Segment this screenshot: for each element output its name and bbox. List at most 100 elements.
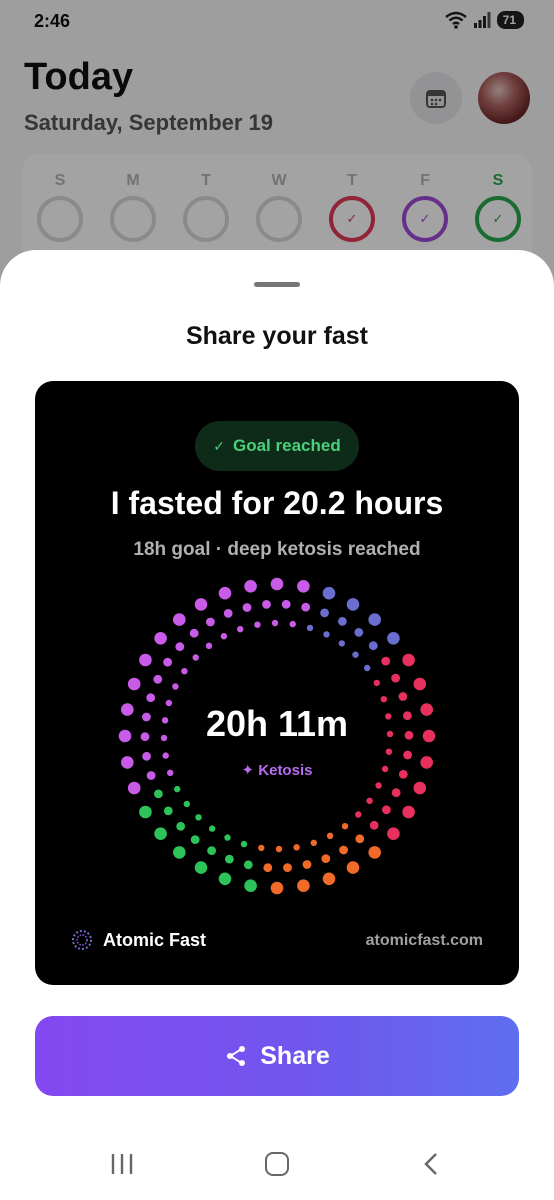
ring-dot bbox=[224, 834, 231, 841]
share-button-label: Share bbox=[260, 1041, 330, 1070]
ring-dot bbox=[323, 631, 330, 638]
ring-dot bbox=[403, 750, 412, 760]
ring-dot bbox=[127, 677, 141, 691]
ring-dot bbox=[127, 781, 141, 795]
brand-url: atomicfast.com bbox=[365, 932, 483, 949]
elapsed-time: 20h 11m bbox=[205, 703, 349, 744]
ring-dot bbox=[301, 602, 311, 612]
ring-dot bbox=[373, 679, 380, 687]
ring-dot bbox=[321, 854, 331, 863]
ring-dot bbox=[297, 879, 310, 892]
ring-dot bbox=[192, 654, 199, 661]
ring-dot bbox=[218, 586, 232, 600]
system-nav-bar bbox=[0, 1130, 554, 1200]
ring-dot bbox=[142, 751, 151, 761]
ring-dot bbox=[154, 827, 167, 840]
ring-dot bbox=[242, 603, 252, 612]
drag-handle[interactable] bbox=[254, 282, 300, 287]
ring-dot bbox=[385, 748, 393, 755]
ring-dot bbox=[354, 628, 364, 637]
ring-dot bbox=[174, 785, 181, 793]
ring-dot bbox=[369, 820, 379, 830]
fast-headline: I fasted for 20.2 hours bbox=[110, 485, 444, 521]
ring-dot bbox=[413, 677, 427, 691]
ring-dot bbox=[387, 827, 400, 840]
goal-badge: ✓ Goal reached bbox=[195, 421, 359, 471]
ring-dot bbox=[271, 619, 279, 627]
ring-dot bbox=[310, 839, 317, 846]
ring-dot bbox=[380, 696, 387, 703]
ring-dot bbox=[413, 781, 427, 795]
ring-dot bbox=[326, 832, 334, 839]
ring-dot bbox=[218, 872, 232, 886]
recents-icon[interactable] bbox=[109, 1152, 135, 1176]
ring-dot bbox=[355, 811, 362, 818]
ring-dot bbox=[402, 805, 415, 819]
ring-dot bbox=[346, 861, 360, 874]
share-icon bbox=[227, 1046, 246, 1066]
sheet-title: Share your fast bbox=[185, 322, 368, 350]
ring-dot bbox=[306, 624, 314, 632]
ring-dot bbox=[293, 844, 300, 851]
ring-dot bbox=[243, 860, 253, 870]
back-icon[interactable] bbox=[420, 1152, 444, 1176]
ring-dot bbox=[254, 621, 261, 628]
ring-dot bbox=[302, 860, 312, 869]
check-icon: ✓ bbox=[213, 437, 225, 454]
ring-dot bbox=[398, 692, 408, 701]
ring-dot bbox=[346, 598, 360, 611]
ring-dot bbox=[270, 577, 284, 591]
ring-dot bbox=[375, 782, 382, 789]
ring-dot bbox=[172, 683, 179, 690]
ring-dot bbox=[352, 651, 359, 658]
ring-dot bbox=[368, 613, 382, 626]
ring-dot bbox=[183, 800, 190, 808]
ring-dot bbox=[154, 632, 167, 645]
ring-dot bbox=[220, 633, 228, 640]
ring-dot bbox=[338, 640, 345, 647]
ring-dot bbox=[176, 821, 186, 831]
brand-name: Atomic Fast bbox=[103, 929, 207, 950]
ring-dot bbox=[275, 845, 283, 853]
ring-dot bbox=[209, 825, 216, 832]
ring-dot bbox=[189, 628, 199, 638]
ring-dot bbox=[194, 598, 208, 611]
ring-dot bbox=[207, 846, 217, 855]
ring-dot bbox=[391, 788, 401, 798]
ring-dot bbox=[320, 608, 329, 618]
ring-dot bbox=[190, 835, 200, 844]
ring-dot bbox=[237, 626, 244, 633]
ring-dot bbox=[240, 840, 248, 848]
ring-dot bbox=[206, 617, 215, 627]
brand: Atomic Fast bbox=[71, 929, 206, 951]
ring-dot bbox=[368, 641, 378, 651]
ring-dot bbox=[289, 620, 296, 628]
ring-dot bbox=[283, 863, 292, 872]
ring-dot bbox=[146, 693, 156, 703]
ring-dot bbox=[195, 814, 202, 821]
ring-dot bbox=[297, 580, 310, 593]
ring-dot bbox=[139, 805, 152, 819]
ring-dot bbox=[281, 599, 291, 609]
ring-dot bbox=[364, 664, 371, 672]
ring-dot bbox=[258, 844, 265, 852]
share-button[interactable]: Share bbox=[35, 1016, 519, 1096]
ring-dot bbox=[355, 834, 365, 844]
ring-dot bbox=[163, 806, 173, 816]
ring-dot bbox=[391, 673, 400, 683]
ring-dot bbox=[402, 653, 415, 667]
ring-dot bbox=[244, 580, 257, 593]
ring-dot bbox=[382, 805, 391, 815]
ring-dot bbox=[223, 609, 233, 618]
ring-dot bbox=[381, 656, 391, 666]
fasting-phase: ✦ Ketosis bbox=[241, 762, 313, 779]
home-icon[interactable] bbox=[265, 1152, 289, 1176]
fast-subline: 18h goal · deep ketosis reached bbox=[133, 539, 421, 560]
ring-dot bbox=[173, 846, 186, 859]
ring-dot bbox=[173, 613, 186, 626]
ring-dot bbox=[244, 879, 257, 892]
ring-dot bbox=[339, 845, 348, 855]
ring-dot bbox=[181, 668, 188, 675]
ring-dot bbox=[322, 586, 336, 600]
goal-badge-label: Goal reached bbox=[233, 436, 341, 455]
